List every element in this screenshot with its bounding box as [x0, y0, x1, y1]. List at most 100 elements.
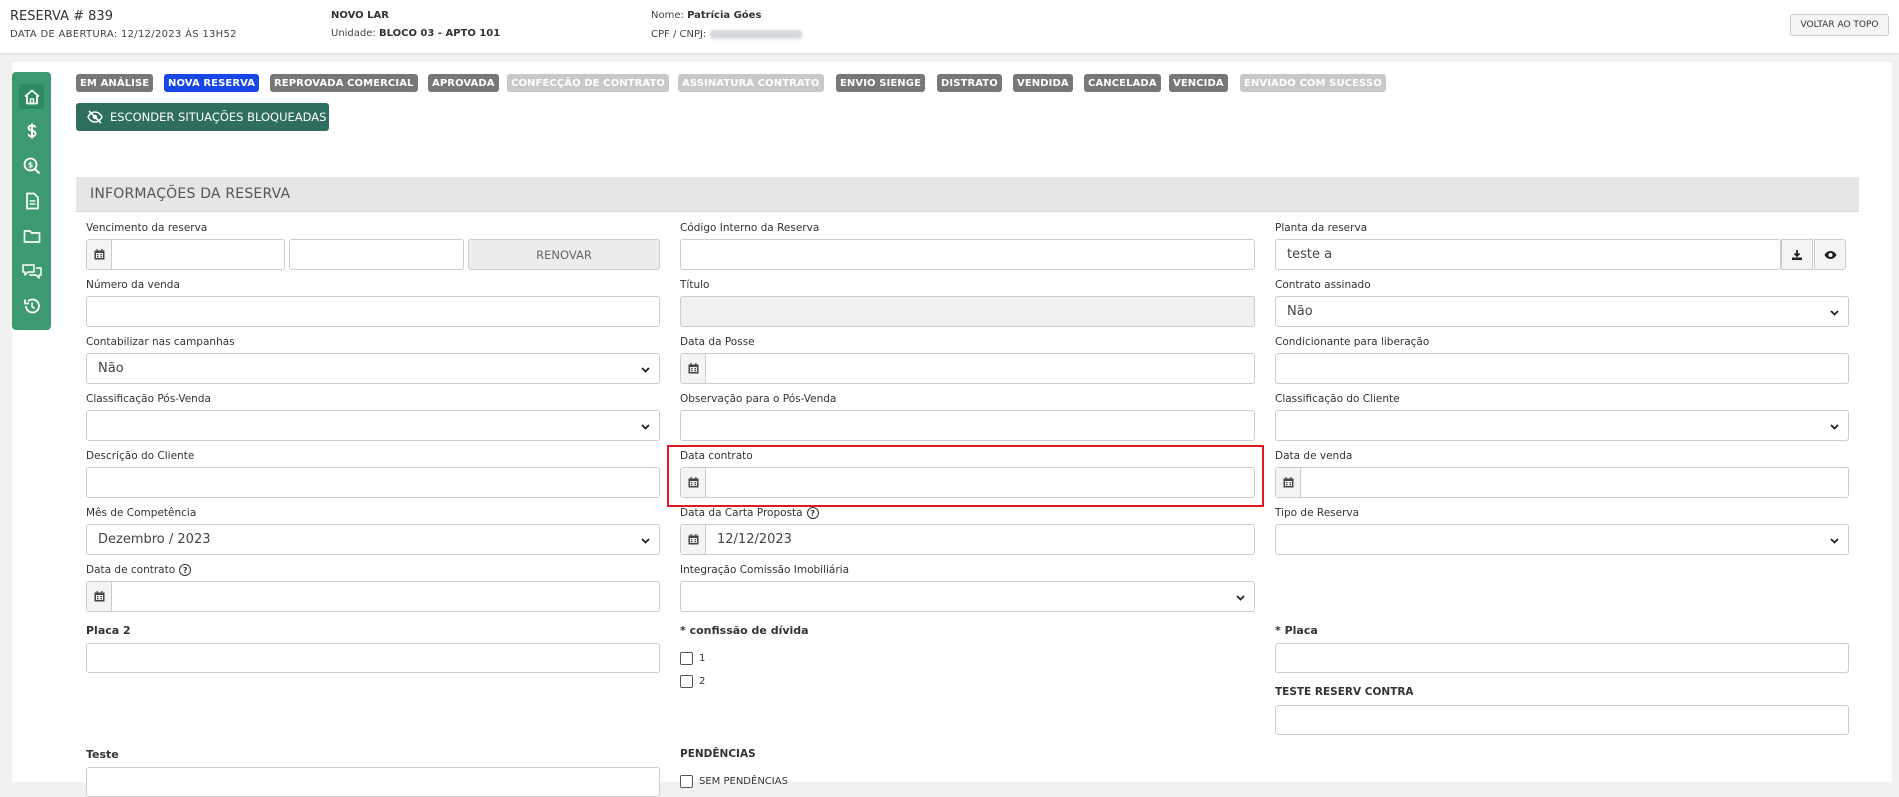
back-to-top-button[interactable]: VOLTAR AO TOPO [1790, 14, 1889, 36]
cliente-cpf: CPF / CNPJ: [651, 29, 802, 40]
data-carta-input[interactable]: 12/12/2023 [680, 524, 1255, 555]
document-icon[interactable] [19, 188, 44, 213]
nome-label: Nome: [651, 10, 684, 21]
planta-value: teste a [1287, 247, 1333, 262]
teste-label: Teste [86, 748, 119, 761]
chevron-down-icon [641, 538, 650, 544]
data-venda-input[interactable] [1275, 467, 1849, 498]
data-posse-input[interactable] [680, 353, 1255, 384]
comments-icon[interactable] [19, 258, 44, 283]
classificacao-pos-label: Classificação Pós-Venda [86, 393, 211, 405]
status-aprovada[interactable]: APROVADA [428, 74, 499, 92]
descricao-cliente-input[interactable] [86, 467, 660, 498]
vencimento-date-input[interactable] [86, 239, 285, 270]
calendar-icon [87, 582, 112, 611]
tipo-reserva-select[interactable] [1275, 524, 1849, 555]
status-enviado-com-sucesso: ENVIADO COM SUCESSO [1240, 74, 1386, 92]
contabilizar-select[interactable]: Não [86, 353, 660, 384]
descricao-cliente-label: Descrição do Cliente [86, 450, 195, 462]
confissao-checkbox-1[interactable] [680, 652, 693, 665]
status-reprovada-comercial[interactable]: REPROVADA COMERCIAL [270, 74, 418, 92]
titulo-input [680, 296, 1255, 327]
mes-competencia-select[interactable]: Dezembro / 2023 [86, 524, 660, 555]
contrato-assinado-select[interactable]: Não [1275, 296, 1849, 327]
contrato-assinado-label: Contrato assinado [1275, 279, 1371, 291]
data-abertura: DATA DE ABERTURA: 12/12/2023 ÀS 13H52 [10, 29, 237, 40]
contabilizar-value: Não [98, 361, 124, 376]
nome-value: Patrícia Góes [687, 10, 762, 21]
status-distrato[interactable]: DISTRATO [937, 74, 1002, 92]
chevron-down-icon [1236, 595, 1245, 601]
integracao-select[interactable] [680, 581, 1255, 612]
status-confeccao-contrato: CONFECÇÃO DE CONTRATO [507, 74, 669, 92]
hide-blocked-statuses-button[interactable]: ESCONDER SITUAÇÕES BLOQUEADAS [76, 103, 329, 131]
confissao-checkbox-2[interactable] [680, 675, 693, 688]
planta-input[interactable]: teste a [1275, 239, 1781, 270]
section-title: INFORMAÇÕES DA RESERVA [76, 177, 1859, 212]
eye-icon[interactable] [1814, 239, 1846, 270]
confissao-label: * confissão de dívida [680, 624, 809, 637]
teste-input[interactable] [86, 767, 660, 797]
planta-label: Planta da reserva [1275, 222, 1368, 234]
contrato-assinado-value: Não [1287, 304, 1313, 319]
condicionante-label: Condicionante para liberação [1275, 336, 1430, 348]
chevron-down-icon [1830, 538, 1839, 544]
status-vendida[interactable]: VENDIDA [1013, 74, 1073, 92]
data-carta-label: Data da Carta Proposta? [680, 507, 819, 519]
status-cancelada[interactable]: CANCELADA [1084, 74, 1161, 92]
data-posse-label: Data da Posse [680, 336, 755, 348]
status-em-analise[interactable]: EM ANÁLISE [76, 74, 154, 92]
condicionante-input[interactable] [1275, 353, 1849, 384]
dollar-icon[interactable] [19, 118, 44, 143]
help-icon[interactable]: ? [806, 507, 819, 519]
chevron-down-icon [641, 367, 650, 373]
history-icon[interactable] [19, 293, 44, 318]
unidade-info: Unidade: BLOCO 03 - APTO 101 [331, 28, 500, 39]
highlight-box [667, 445, 1264, 507]
renovar-button[interactable]: RENOVAR [468, 239, 660, 270]
observacao-pos-label: Observação para o Pós-Venda [680, 393, 837, 405]
home-icon[interactable] [19, 84, 44, 109]
classificacao-cliente-label: Classificação do Cliente [1275, 393, 1400, 405]
codigo-interno-label: Código Interno da Reserva [680, 222, 820, 234]
hide-blocked-label: ESCONDER SITUAÇÕES BLOQUEADAS [110, 110, 327, 124]
status-assinatura-contrato: ASSINATURA CONTRATO [678, 74, 824, 92]
status-vencida[interactable]: VENCIDA [1169, 74, 1228, 92]
vencimento-time-input[interactable] [289, 239, 464, 270]
mes-competencia-label: Mês de Competência [86, 507, 197, 519]
titulo-label: Título [680, 279, 710, 291]
data-de-contrato-input[interactable] [86, 581, 660, 612]
empreendimento-name: NOVO LAR [331, 10, 389, 21]
teste-reserv-label: TESTE RESERV CONTRA [1275, 686, 1414, 698]
folder-icon[interactable] [19, 223, 44, 248]
status-nova-reserva[interactable]: NOVA RESERVA [164, 74, 260, 92]
pendencias-label: PENDÊNCIAS [680, 748, 756, 760]
tipo-reserva-label: Tipo de Reserva [1275, 507, 1360, 519]
placa2-label: Placa 2 [86, 624, 131, 637]
placa-input[interactable] [1275, 643, 1849, 673]
codigo-interno-input[interactable] [680, 239, 1255, 270]
confissao-option-1: 1 [699, 653, 706, 664]
reserva-title: RESERVA # 839 [10, 9, 113, 24]
placa2-input[interactable] [86, 643, 660, 673]
download-icon[interactable] [1781, 239, 1813, 270]
calendar-icon [681, 354, 706, 383]
numero-venda-input[interactable] [86, 296, 660, 327]
data-venda-label: Data de venda [1275, 450, 1353, 462]
cpf-redacted [709, 29, 802, 39]
help-icon[interactable]: ? [179, 564, 192, 576]
search-dollar-icon[interactable]: $ [19, 153, 44, 178]
observacao-pos-input[interactable] [680, 410, 1255, 441]
unidade-value: BLOCO 03 - APTO 101 [378, 28, 501, 39]
confissao-option-2: 2 [699, 676, 706, 687]
calendar-icon [681, 525, 706, 554]
chevron-down-icon [641, 424, 650, 430]
unidade-label: Unidade: [331, 28, 376, 39]
integracao-label: Integração Comissão Imobiliária [680, 564, 850, 576]
status-envio-sienge[interactable]: ENVIO SIENGE [836, 74, 926, 92]
classificacao-pos-select[interactable] [86, 410, 660, 441]
chevron-down-icon [1830, 424, 1839, 430]
classificacao-cliente-select[interactable] [1275, 410, 1849, 441]
teste-reserv-input[interactable] [1275, 705, 1849, 735]
cpf-label: CPF / CNPJ: [651, 29, 707, 40]
